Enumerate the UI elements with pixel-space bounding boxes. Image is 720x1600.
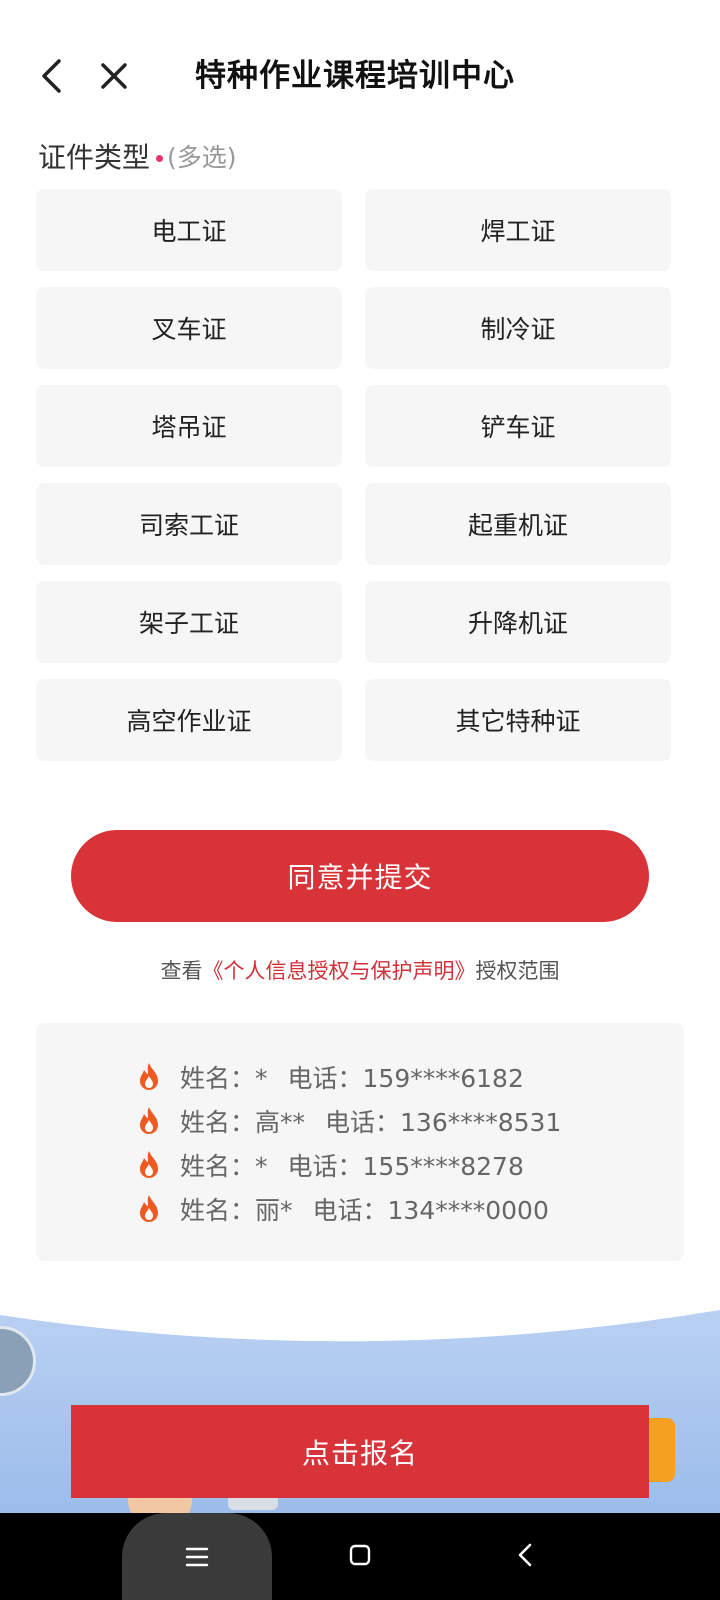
certificate-options: 电工证 焊工证 叉车证 制冷证 塔吊证 铲车证 司索工证 起重机证 架子工证 升… (36, 189, 684, 761)
menu-icon (185, 1547, 209, 1566)
signup-phone: 电话：155****8278 (287, 1152, 524, 1181)
certificate-type-label: 证件类型 (多选) (38, 138, 237, 178)
option-tower-crane[interactable]: 塔吊证 (36, 385, 342, 467)
option-other[interactable]: 其它特种证 (365, 679, 671, 761)
signup-name: 姓名：丽* (180, 1196, 293, 1225)
fire-icon (140, 1195, 158, 1222)
option-welder[interactable]: 焊工证 (365, 189, 671, 271)
option-high-altitude[interactable]: 高空作业证 (36, 679, 342, 761)
list-item: 姓名：* 电话：159****6182 (36, 1055, 684, 1099)
signup-phone: 电话：159****6182 (287, 1064, 524, 1093)
signup-name: 姓名：高** (180, 1108, 306, 1137)
signup-phone: 电话：134****0000 (312, 1196, 549, 1225)
list-item: 姓名：高** 电话：136****8531 (36, 1099, 684, 1143)
privacy-statement-link[interactable]: 《个人信息授权与保护声明》 (203, 959, 476, 983)
chevron-left-icon (42, 59, 61, 93)
option-scaffolder[interactable]: 架子工证 (36, 581, 342, 663)
close-icon (101, 63, 127, 89)
option-lift[interactable]: 升降机证 (365, 581, 671, 663)
list-item: 姓名：* 电话：155****8278 (36, 1143, 684, 1187)
signup-phone: 电话：136****8531 (325, 1108, 562, 1137)
fire-icon (140, 1107, 158, 1134)
close-button[interactable] (92, 54, 136, 98)
consent-prefix: 查看 (160, 959, 203, 983)
option-forklift[interactable]: 叉车证 (36, 287, 342, 369)
option-loader[interactable]: 铲车证 (365, 385, 671, 467)
signup-name: 姓名：* (180, 1152, 268, 1181)
signup-button[interactable]: 点击报名 (71, 1405, 649, 1498)
signup-name: 姓名：* (180, 1064, 268, 1093)
list-item: 姓名：丽* 电话：134****0000 (36, 1187, 684, 1231)
consent-line: 查看《个人信息授权与保护声明》授权范围 (0, 955, 720, 985)
fire-icon (140, 1063, 158, 1090)
required-dot (156, 154, 164, 162)
recent-signups: 姓名：* 电话：159****6182 姓名：高** 电话：136****853… (36, 1023, 684, 1261)
option-electrician[interactable]: 电工证 (36, 189, 342, 271)
field-label: 证件类型 (38, 141, 151, 174)
system-nav-bar (0, 1513, 720, 1600)
back-triangle-icon (518, 1543, 532, 1567)
nav-home-button[interactable] (340, 1535, 380, 1575)
nav-back-button[interactable] (505, 1535, 545, 1575)
back-button[interactable] (30, 54, 74, 98)
fire-icon (140, 1151, 158, 1178)
top-bar: 特种作业课程培训中心 (0, 40, 720, 116)
consent-suffix: 授权范围 (475, 959, 560, 983)
multi-select-hint: (多选) (167, 143, 237, 172)
nav-menu-button[interactable] (122, 1513, 272, 1600)
agree-submit-button[interactable]: 同意并提交 (71, 830, 649, 922)
option-refrigeration[interactable]: 制冷证 (365, 287, 671, 369)
option-crane[interactable]: 起重机证 (365, 483, 671, 565)
option-rigger[interactable]: 司索工证 (36, 483, 342, 565)
page-title: 特种作业课程培训中心 (195, 58, 515, 94)
home-square-icon (349, 1544, 371, 1566)
